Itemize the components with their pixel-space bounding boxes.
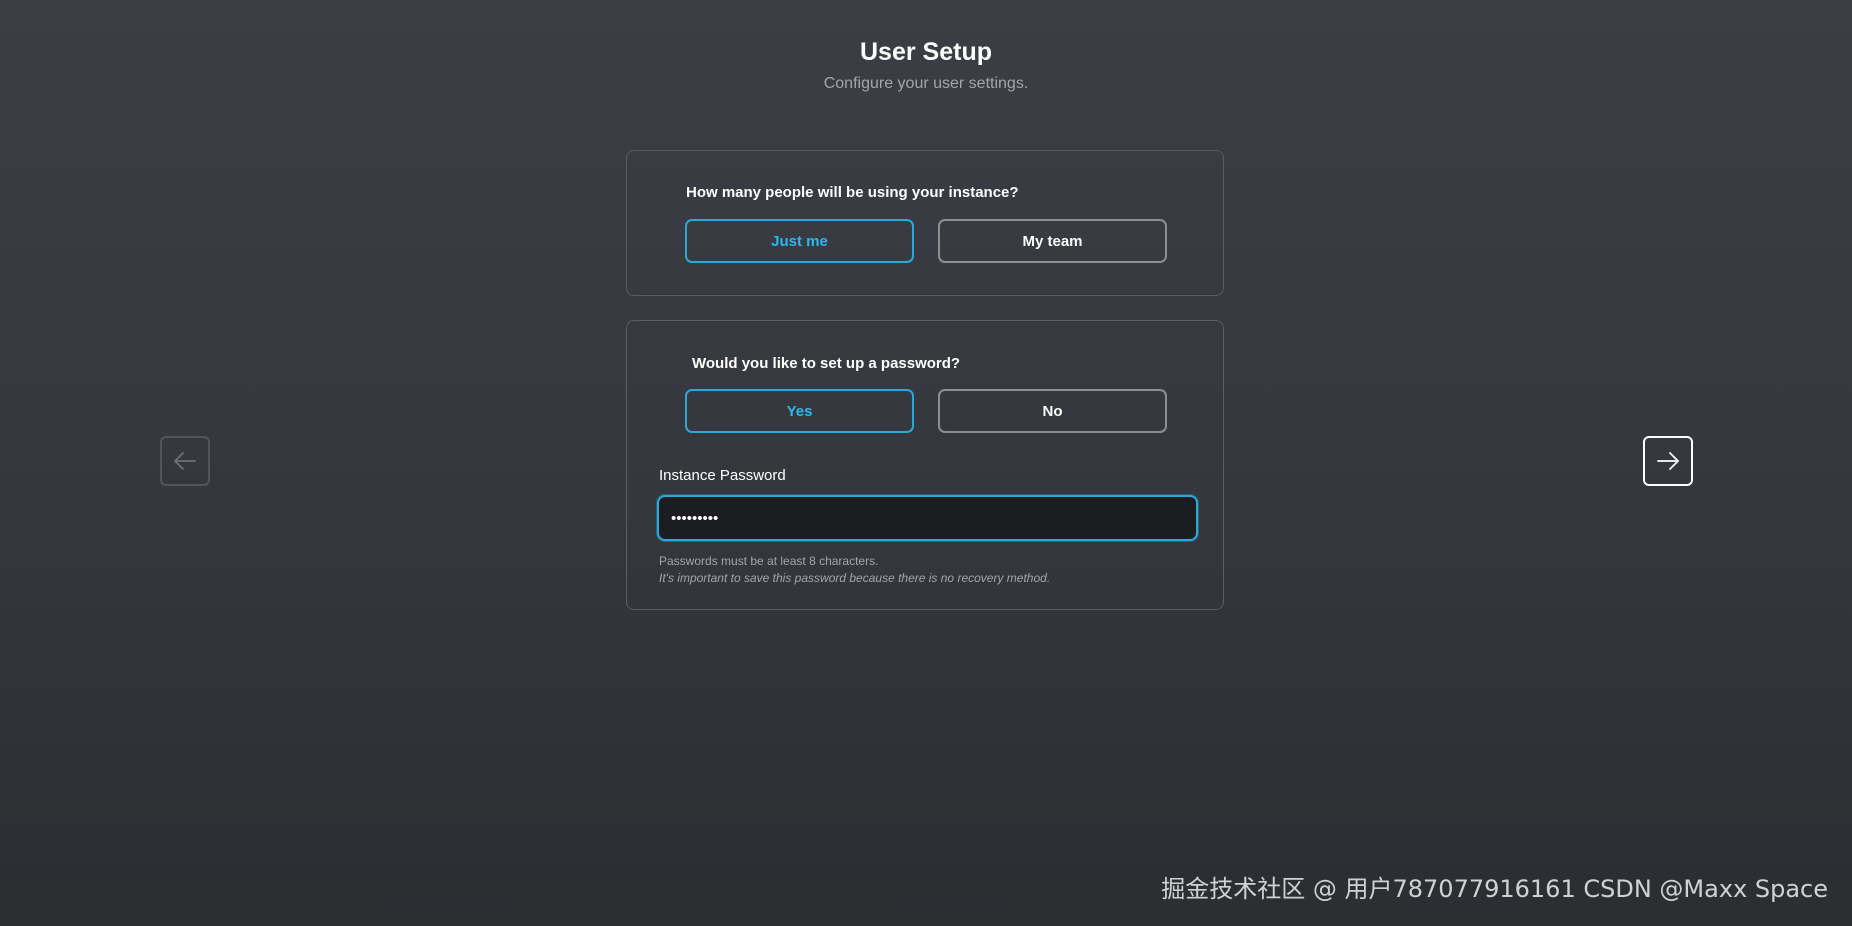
password-no-button[interactable]: No [938,389,1167,433]
page-title: User Setup [860,38,992,66]
arrow-right-icon [1657,452,1679,470]
password-yes-button[interactable]: Yes [685,389,914,433]
arrow-left-icon [174,452,196,470]
page-header: User Setup Configure your user settings. [0,36,1852,94]
just-me-button[interactable]: Just me [685,219,914,263]
page-subtitle: Configure your user settings. [823,75,1029,92]
instance-password-field[interactable] [657,495,1198,541]
back-button[interactable] [160,436,210,486]
next-button[interactable] [1643,436,1693,486]
password-card: Would you like to set up a password? Yes… [626,320,1224,610]
password-question-label: Would you like to set up a password? [692,355,961,372]
instance-password-label: Instance Password [659,467,786,484]
my-team-button[interactable]: My team [938,219,1167,263]
password-length-hint: Passwords must be at least 8 characters. [659,554,879,568]
watermark: 掘金技术社区 @ 用户787077916161 CSDN @Maxx Space [1161,875,1828,903]
users-question-label: How many people will be using your insta… [686,184,1019,201]
password-recovery-hint: It's important to save this password bec… [659,571,1051,585]
users-card: How many people will be using your insta… [626,150,1224,296]
